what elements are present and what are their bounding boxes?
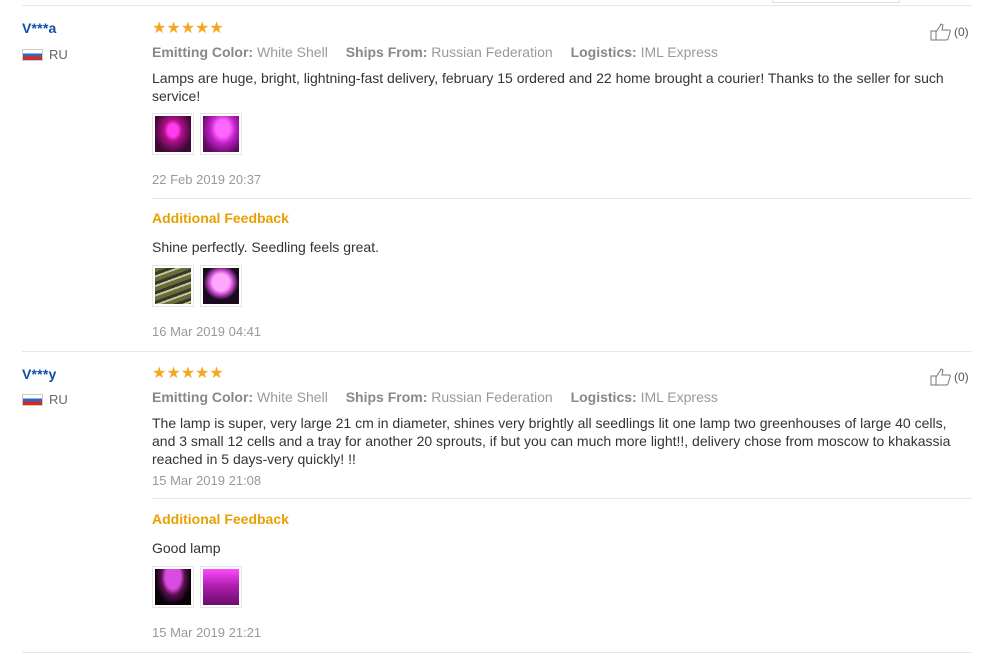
helpful-button[interactable]: (0): [930, 23, 969, 41]
thumbs-up-icon: [930, 368, 951, 386]
attr-label-ships-from: Ships From:: [345, 44, 428, 60]
review-photo[interactable]: [152, 265, 194, 307]
attr-label-color: Emitting Color:: [152, 389, 254, 405]
additional-feedback-text: Shine perfectly. Seedling feels great.: [152, 239, 379, 255]
order-attributes: Emitting Color: White Shell Ships From: …: [152, 389, 718, 405]
attr-label-logistics: Logistics:: [570, 44, 637, 60]
star-icon: ★: [209, 20, 224, 37]
review-photo[interactable]: [200, 265, 242, 307]
divider: [152, 198, 972, 199]
helpful-count: (0): [954, 25, 969, 39]
review-photo[interactable]: [200, 113, 242, 155]
russia-flag-icon: [22, 48, 43, 61]
star-icon: ★: [152, 20, 167, 37]
divider: [152, 498, 972, 499]
review-photos: [152, 113, 242, 155]
review-date: 22 Feb 2019 20:37: [152, 172, 262, 187]
review-photo[interactable]: [152, 113, 194, 155]
review-text: Lamps are huge, bright, lightning-fast d…: [152, 70, 944, 104]
helpful-count: (0): [954, 370, 969, 384]
helpful-button[interactable]: (0): [930, 368, 969, 386]
attr-value-ships-from: Russian Federation: [431, 389, 553, 405]
reviewer-country: RU: [22, 47, 68, 62]
additional-photos: [152, 265, 242, 307]
star-rating: ★ ★ ★ ★ ★: [152, 21, 224, 37]
star-icon: ★: [180, 20, 196, 37]
attr-value-ships-from: Russian Federation: [431, 44, 553, 60]
star-icon: ★: [180, 365, 196, 382]
attr-value-color: White Shell: [257, 44, 328, 60]
star-icon: ★: [195, 365, 210, 382]
star-icon: ★: [166, 20, 181, 37]
reviewer-country: RU: [22, 392, 68, 407]
review-divider: [22, 652, 972, 653]
country-code: RU: [49, 47, 68, 62]
order-attributes: Emitting Color: White Shell Ships From: …: [152, 44, 718, 60]
attr-label-color: Emitting Color:: [152, 44, 254, 60]
additional-feedback-heading: Additional Feedback: [152, 511, 289, 527]
star-icon: ★: [152, 365, 167, 382]
star-icon: ★: [209, 365, 224, 382]
review-divider: [22, 351, 972, 352]
star-rating: ★ ★ ★ ★ ★: [152, 366, 224, 382]
country-code: RU: [49, 392, 68, 407]
review-date: 15 Mar 2019 21:08: [152, 473, 262, 488]
sort-control-edge: [772, 0, 900, 3]
russia-flag-icon: [22, 393, 43, 406]
attr-value-color: White Shell: [257, 389, 328, 405]
top-divider: [22, 5, 972, 6]
reviewer-name[interactable]: V***a: [22, 20, 56, 36]
additional-feedback-date: 15 Mar 2019 21:21: [152, 625, 262, 640]
additional-feedback-heading: Additional Feedback: [152, 210, 289, 226]
additional-feedback-text: Good lamp: [152, 540, 221, 556]
additional-photos: [152, 566, 242, 608]
review-text: The lamp is super, very large 21 cm in d…: [152, 415, 951, 467]
attr-label-ships-from: Ships From:: [345, 389, 428, 405]
attr-value-logistics: IML Express: [640, 44, 718, 60]
thumbs-up-icon: [930, 23, 951, 41]
reviewer-name[interactable]: V***y: [22, 366, 56, 382]
review-photo[interactable]: [200, 566, 242, 608]
star-icon: ★: [166, 365, 181, 382]
additional-feedback-date: 16 Mar 2019 04:41: [152, 324, 262, 339]
review-photo[interactable]: [152, 566, 194, 608]
star-icon: ★: [195, 20, 210, 37]
attr-label-logistics: Logistics:: [570, 389, 637, 405]
attr-value-logistics: IML Express: [640, 389, 718, 405]
